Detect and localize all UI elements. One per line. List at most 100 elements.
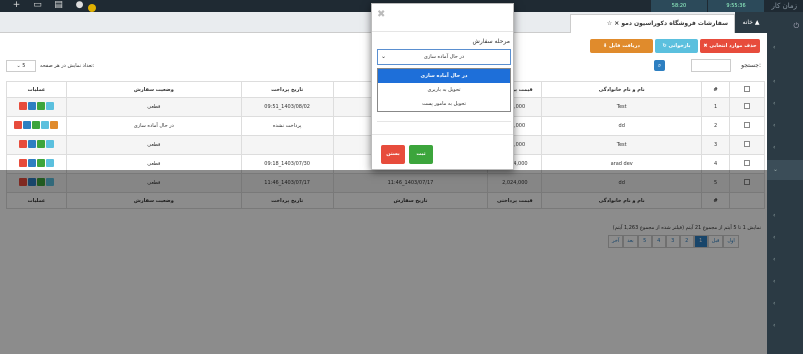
- page-3[interactable]: 3: [665, 235, 680, 248]
- plus-icon[interactable]: +: [11, 0, 22, 11]
- sidebar-item-4[interactable]: ‹: [767, 116, 803, 136]
- view-icon[interactable]: [45, 102, 54, 110]
- sidebar-item-6[interactable]: ‹: [767, 206, 803, 226]
- sidebar-item-5[interactable]: ‹: [767, 138, 803, 158]
- check-icon[interactable]: [36, 140, 45, 148]
- search-icon: ⌕: [657, 62, 662, 69]
- page-last[interactable]: آخر: [608, 235, 624, 248]
- row-pay-date: [240, 135, 334, 155]
- row-checkbox[interactable]: [744, 179, 750, 185]
- search-input[interactable]: [691, 59, 731, 72]
- order-stage-select[interactable]: ⌄ در حال آماده سازی: [377, 49, 511, 65]
- tab-orders[interactable]: ☆ × سفارشات فروشگاه دکوراسیون دمو: [570, 14, 735, 33]
- view-icon[interactable]: [45, 140, 54, 148]
- row-select[interactable]: [729, 116, 765, 136]
- delete-icon[interactable]: [14, 121, 23, 129]
- delete-selected-label: حذف موارد انتخابی: [709, 43, 757, 49]
- delete-icon[interactable]: [18, 178, 27, 186]
- row-select[interactable]: [729, 135, 765, 155]
- close-tab-icon[interactable]: ×: [614, 20, 619, 27]
- user-icon[interactable]: ●: [74, 0, 85, 11]
- edit-icon[interactable]: [27, 159, 36, 167]
- search-button[interactable]: ⌕: [654, 60, 665, 71]
- chevron-left-icon: ‹: [773, 100, 776, 107]
- page-size-label: تعداد نمایش در هر صفحه:: [40, 63, 95, 69]
- modal-note-field[interactable]: [377, 113, 511, 122]
- row-checkbox[interactable]: [744, 103, 750, 109]
- option-freight[interactable]: تحویل به باربری: [378, 83, 510, 97]
- sidebar-item-active[interactable]: ⌄: [767, 160, 803, 180]
- col-name[interactable]: نام و نام خانوادگی: [541, 81, 703, 98]
- row-actions: [6, 154, 67, 174]
- sidebar: ⏻ ‹ ‹ ‹ ‹ ‹ ⌄ ‹ ‹ ‹ ‹ ‹ ‹: [767, 12, 803, 354]
- footer-status: وضعیت سفارش: [65, 192, 242, 209]
- chevron-left-icon: ‹: [773, 44, 776, 51]
- select-all-checkbox[interactable]: [744, 85, 750, 92]
- refresh-button[interactable]: ↻ بازخوانی: [655, 39, 698, 53]
- view-icon[interactable]: [41, 121, 50, 129]
- sidebar-item-2[interactable]: ‹: [767, 72, 803, 92]
- row-select[interactable]: [729, 173, 765, 193]
- order-stage-value: در حال آماده سازی: [423, 54, 465, 60]
- star-icon[interactable]: ☆: [607, 20, 612, 27]
- sidebar-item-9[interactable]: ‹: [767, 272, 803, 292]
- row-pay-date: 09:18_1403/07/30: [240, 154, 334, 174]
- modal-divider: [372, 31, 513, 32]
- col-number[interactable]: #: [701, 81, 731, 98]
- col-select[interactable]: [729, 81, 765, 98]
- submit-button[interactable]: ثبت: [409, 145, 433, 164]
- edit-icon[interactable]: [27, 102, 36, 110]
- delete-icon[interactable]: [18, 159, 27, 167]
- window-icon[interactable]: ▭: [32, 0, 43, 11]
- page-4[interactable]: 4: [651, 235, 666, 248]
- cart-icon[interactable]: ▤: [53, 0, 64, 11]
- row-actions: [6, 116, 67, 136]
- page-prev[interactable]: قبل: [707, 235, 724, 248]
- sidebar-item-7[interactable]: ‹: [767, 228, 803, 248]
- col-status[interactable]: وضعیت سفارش: [65, 81, 242, 98]
- delete-selected-button[interactable]: ✖ حذف موارد انتخابی: [700, 39, 760, 53]
- sidebar-item-3[interactable]: ‹: [767, 94, 803, 114]
- edit-icon[interactable]: [27, 140, 36, 148]
- row-name: Test: [541, 135, 703, 155]
- col-operations[interactable]: عملیات: [6, 81, 67, 98]
- row-select[interactable]: [729, 97, 765, 117]
- page-next[interactable]: بعد: [623, 235, 638, 248]
- row-checkbox[interactable]: [744, 141, 750, 147]
- page-2[interactable]: 2: [679, 235, 694, 248]
- check-icon[interactable]: [36, 159, 45, 167]
- chevron-left-icon: ‹: [773, 300, 776, 307]
- cancel-button[interactable]: بستن: [381, 145, 405, 164]
- check-icon[interactable]: [36, 178, 45, 186]
- export-button[interactable]: ⬇ دریافت فایل سفارشات: [590, 39, 653, 63]
- check-icon[interactable]: [32, 121, 41, 129]
- page-first[interactable]: اول: [723, 235, 739, 248]
- delete-icon[interactable]: [18, 102, 27, 110]
- option-post[interactable]: تحویل به مامور پست: [378, 97, 510, 111]
- sidebar-item-1[interactable]: ‹: [767, 38, 803, 58]
- col-pay-date[interactable]: تاریخ پرداخت: [240, 81, 334, 98]
- row-checkbox[interactable]: [744, 122, 750, 128]
- sidebar-item-8[interactable]: ‹: [767, 250, 803, 270]
- order-stage-modal: ✖ مرحله سفارش ⌄ در حال آماده سازی در حال…: [371, 3, 514, 170]
- view-icon[interactable]: [45, 159, 54, 167]
- page-size-select[interactable]: ⌄ 5: [6, 60, 36, 72]
- row-order-date: 11:46_1403/07/17: [332, 173, 489, 193]
- edit-icon[interactable]: [27, 178, 36, 186]
- row-checkbox[interactable]: [744, 160, 750, 166]
- option-preparing[interactable]: در حال آماده سازی: [378, 69, 510, 83]
- row-name: arad dev: [541, 154, 703, 174]
- page-5[interactable]: 5: [637, 235, 652, 248]
- close-icon[interactable]: ✖: [377, 9, 385, 20]
- tab-home[interactable]: خانه ▲: [735, 12, 767, 33]
- sidebar-item-10[interactable]: ‹: [767, 294, 803, 314]
- page-1[interactable]: 1: [693, 235, 708, 248]
- delete-icon[interactable]: [18, 140, 27, 148]
- view-icon[interactable]: [45, 178, 54, 186]
- pay-icon[interactable]: [50, 121, 59, 129]
- sidebar-item-11[interactable]: ‹: [767, 316, 803, 336]
- check-icon[interactable]: [36, 102, 45, 110]
- edit-icon[interactable]: [23, 121, 32, 129]
- row-select[interactable]: [729, 154, 765, 174]
- sidebar-item-power[interactable]: ⏻: [767, 16, 803, 36]
